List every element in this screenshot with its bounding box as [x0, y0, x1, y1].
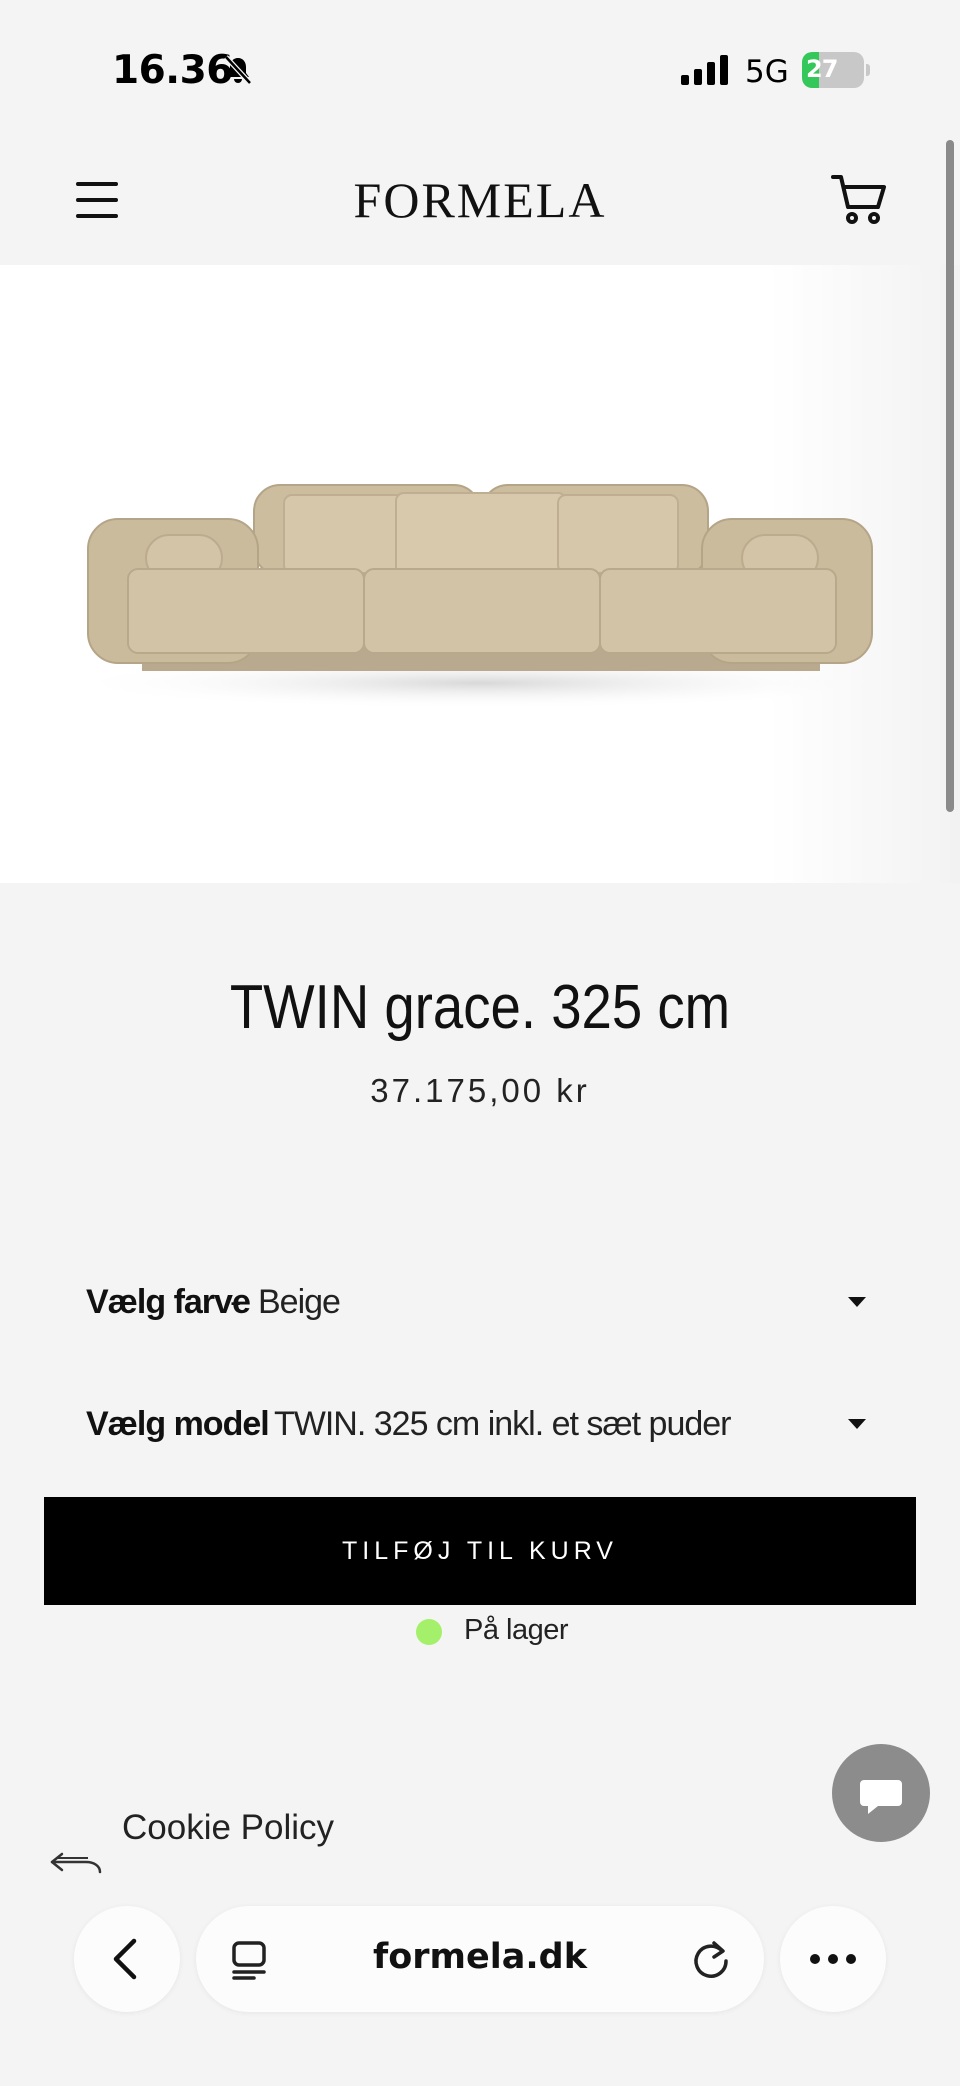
- chevron-left-icon: [113, 1938, 137, 1980]
- chat-button[interactable]: [832, 1744, 930, 1842]
- cookie-policy-link[interactable]: Cookie Policy: [122, 1808, 334, 1848]
- site-logo[interactable]: FORMELA: [300, 171, 660, 229]
- battery-level: 27: [806, 55, 838, 83]
- silent-bell-icon: [224, 55, 252, 85]
- reload-icon[interactable]: [692, 1939, 732, 1981]
- caret-down-icon: [848, 1297, 866, 1307]
- color-select-label: Vælg farve: [86, 1283, 251, 1321]
- url-text[interactable]: formela.dk: [196, 1937, 764, 1977]
- ellipsis-icon: [810, 1954, 856, 1964]
- model-select-label: Vælg model: [86, 1405, 270, 1443]
- status-time: 16.36: [112, 48, 233, 93]
- undo-arrow-icon[interactable]: [48, 1850, 104, 1874]
- chat-bubble-icon: [860, 1780, 902, 1814]
- model-select[interactable]: Vælg model - TWIN. 325 cm inkl. et sæt p…: [86, 1395, 876, 1455]
- browser-back-button[interactable]: [74, 1906, 180, 2012]
- model-select-separator: -: [246, 1405, 258, 1443]
- network-type: 5G: [745, 54, 789, 90]
- product-title: TWIN grace. 325 cm: [229, 973, 731, 1042]
- product-price: 37.175,00 kr: [370, 1072, 590, 1109]
- stock-label: På lager: [464, 1614, 569, 1646]
- hamburger-menu-icon[interactable]: [76, 180, 120, 220]
- more-options-button[interactable]: [780, 1906, 886, 2012]
- status-bar: 16.36 5G 27: [0, 0, 960, 135]
- caret-down-icon: [848, 1419, 866, 1429]
- model-select-value: TWIN. 325 cm inkl. et sæt puder: [274, 1405, 731, 1443]
- add-to-cart-button[interactable]: TILFØJ TIL KURV: [44, 1497, 916, 1605]
- site-header: FORMELA: [0, 135, 960, 265]
- page-scrollbar[interactable]: [946, 140, 954, 812]
- stock-indicator-dot: [416, 1619, 442, 1645]
- color-select[interactable]: Vælg farve - Beige: [86, 1273, 876, 1333]
- cell-signal-icon: [681, 55, 728, 85]
- address-bar[interactable]: formela.dk: [196, 1906, 764, 2012]
- sofa-illustration: [0, 265, 960, 883]
- browser-toolbar: formela.dk: [0, 1888, 960, 2086]
- battery-indicator: 27: [802, 52, 870, 88]
- color-select-separator: -: [230, 1283, 242, 1321]
- color-select-value: Beige: [258, 1283, 341, 1321]
- product-image[interactable]: [0, 265, 960, 883]
- shopping-cart-icon[interactable]: [830, 171, 888, 229]
